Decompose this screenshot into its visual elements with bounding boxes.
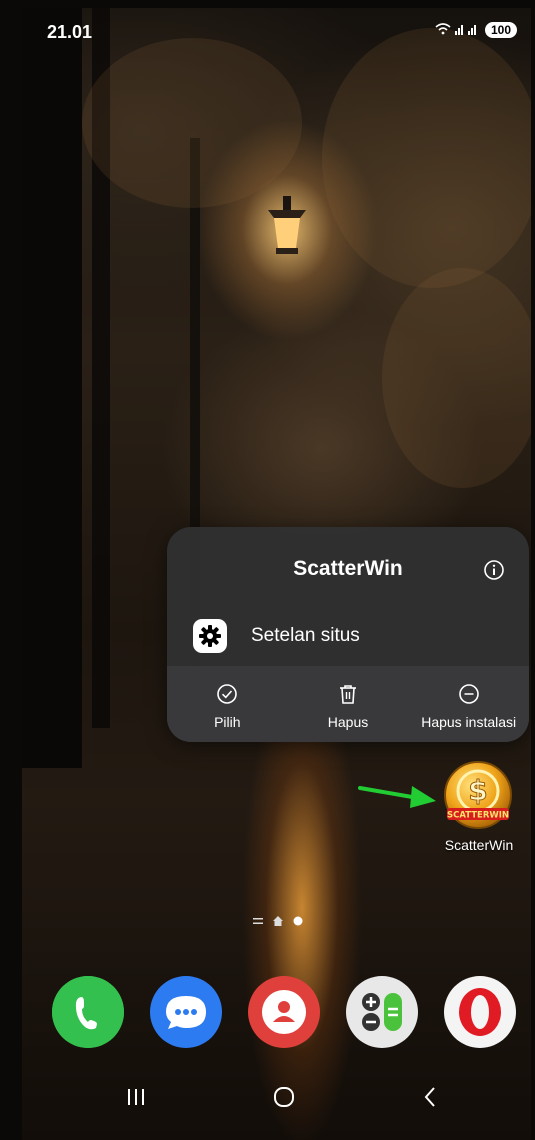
site-settings-item[interactable]: Setelan situs (167, 611, 529, 663)
back-button[interactable] (410, 1080, 450, 1114)
opera-app[interactable] (444, 976, 516, 1048)
chat-icon (150, 976, 222, 1048)
battery-level: 100 (484, 22, 517, 38)
home-page-icon (273, 916, 283, 926)
uninstall-button[interactable]: Hapus instalasi (408, 666, 529, 742)
select-button[interactable]: Pilih (167, 666, 288, 742)
remove-label: Hapus (327, 714, 369, 730)
home-icon (274, 1087, 294, 1107)
current-page-dot (293, 916, 303, 926)
opera-icon (444, 976, 516, 1048)
remove-button[interactable]: Hapus (288, 666, 409, 742)
svg-text:SCATTERWIN: SCATTERWIN (447, 811, 509, 821)
calculator-icon (346, 976, 418, 1048)
gear-icon (193, 619, 227, 653)
navigation-bar (22, 1072, 531, 1122)
signal-icon (454, 23, 481, 38)
check-circle-icon (217, 684, 238, 704)
foliage (82, 38, 302, 208)
trash-icon (340, 685, 356, 704)
select-label: Pilih (214, 714, 241, 730)
foliage (382, 268, 531, 488)
svg-text:$: $ (468, 774, 487, 807)
phone-icon (52, 976, 124, 1048)
foliage (322, 28, 531, 288)
home-button[interactable] (264, 1080, 304, 1114)
calculator-app[interactable] (346, 976, 418, 1048)
menu-page-icon (253, 918, 263, 924)
home-screen: 21.01 100 ScatterWin Setelan situs Pilih… (22, 8, 531, 1140)
contacts-app[interactable] (248, 976, 320, 1048)
street-lamp (268, 196, 306, 254)
tree-trunk (22, 8, 82, 768)
action-bar: Pilih Hapus Hapus instalasi (167, 666, 529, 742)
scatterwin-icon: $ SCATTERWIN (444, 761, 512, 829)
status-time: 21.01 (47, 22, 93, 42)
app-label: ScatterWin (444, 837, 514, 853)
site-settings-label: Setelan situs (251, 625, 360, 646)
wifi-icon (435, 22, 451, 38)
green-arrow-annotation (358, 786, 436, 808)
uninstall-label: Hapus instalasi (421, 714, 517, 730)
status-icons: 100 (435, 22, 517, 38)
page-indicator (253, 916, 303, 926)
app-context-menu: ScatterWin Setelan situs Pilih Hapus Hap… (167, 527, 529, 742)
person-icon (248, 976, 320, 1048)
dock (52, 976, 520, 1052)
menu-title: ScatterWin (293, 557, 403, 580)
messages-app[interactable] (150, 976, 222, 1048)
minus-circle-icon (458, 684, 479, 704)
back-icon (424, 1087, 435, 1107)
recent-apps-button[interactable] (116, 1080, 156, 1114)
phone-app[interactable] (52, 976, 124, 1048)
recents-icon (128, 1089, 144, 1105)
info-icon[interactable] (483, 559, 505, 581)
